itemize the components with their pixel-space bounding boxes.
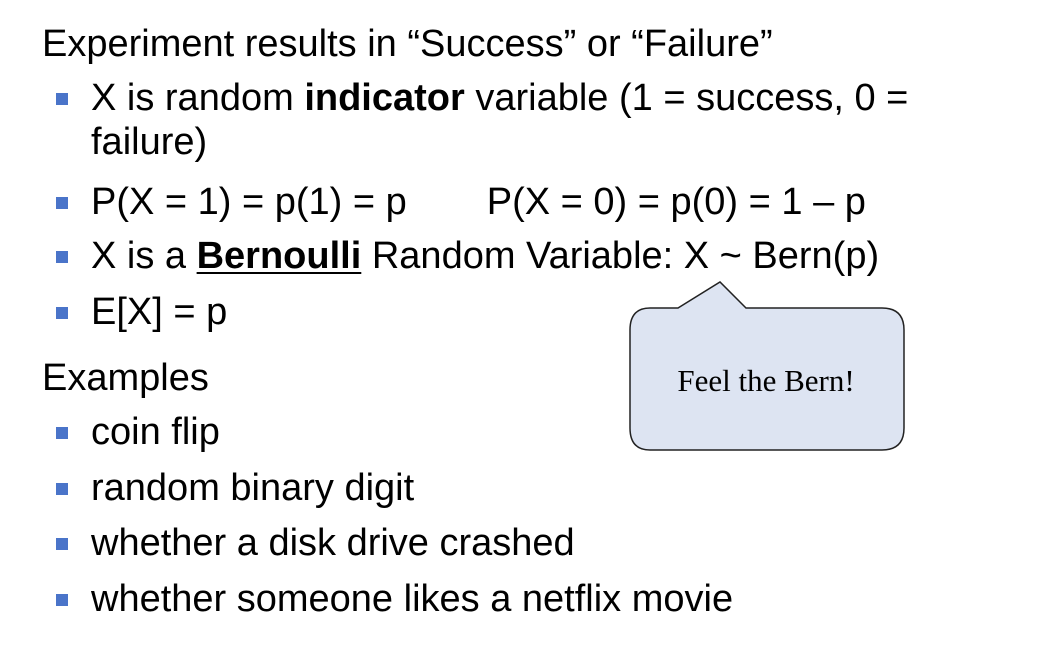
bullet-square: [56, 427, 68, 439]
probability-failure: P(X = 0) = p(0) = 1 – p: [486, 181, 866, 223]
bullet-square: [56, 483, 68, 495]
example-text: whether a disk drive crashed: [91, 522, 575, 564]
bullet-text-bernoulli: X is a Bernoulli Random Variable: X ~ Be…: [91, 234, 879, 278]
bernoulli-text-after: Random Variable: X ~ Bern(p): [361, 235, 880, 277]
bullet-square: [56, 307, 68, 319]
square-bullet-icon: [56, 483, 68, 495]
square-bullet-icon: [56, 427, 68, 439]
indicator-text-before: X is random: [91, 77, 305, 119]
bullet-square: [56, 594, 68, 606]
example-text: whether someone likes a netflix movie: [91, 578, 734, 620]
bernoulli-text-before: X is a: [91, 235, 197, 277]
bullet-text-expectation: E[X] = p: [91, 291, 228, 333]
indicator-bold-word: indicator: [304, 77, 465, 119]
square-bullet-icon: [56, 93, 68, 105]
probability-success: P(X = 1) = p(1) = p: [91, 181, 407, 223]
example-text: random binary digit: [91, 467, 415, 509]
square-bullet-icon: [56, 307, 68, 319]
indicator-text-after: variable (1 = success, 0 =: [464, 77, 909, 119]
bullet-square: [56, 93, 68, 105]
bullet-square: [56, 251, 68, 263]
square-bullet-icon: [56, 594, 68, 606]
square-bullet-icon: [56, 197, 68, 209]
indicator-continuation: failure): [91, 121, 208, 163]
square-bullet-icon: [56, 251, 68, 263]
heading-examples: Examples: [42, 357, 209, 399]
heading-experiment: Experiment results in “Success” or “Fail…: [42, 23, 773, 65]
callout-text: Feel the Bern!: [677, 363, 855, 398]
square-bullet-icon: [56, 538, 68, 550]
bernoulli-term: Bernoulli: [196, 235, 362, 277]
bullet-square: [56, 538, 68, 550]
bullet-square: [56, 197, 68, 209]
bullet-text-probabilities: P(X = 1) = p(1) = p P(X = 0) = p(0) = 1 –…: [91, 180, 866, 224]
bullet-text-indicator: X is random indicator variable (1 = succ…: [91, 76, 908, 120]
example-text: coin flip: [91, 411, 220, 453]
